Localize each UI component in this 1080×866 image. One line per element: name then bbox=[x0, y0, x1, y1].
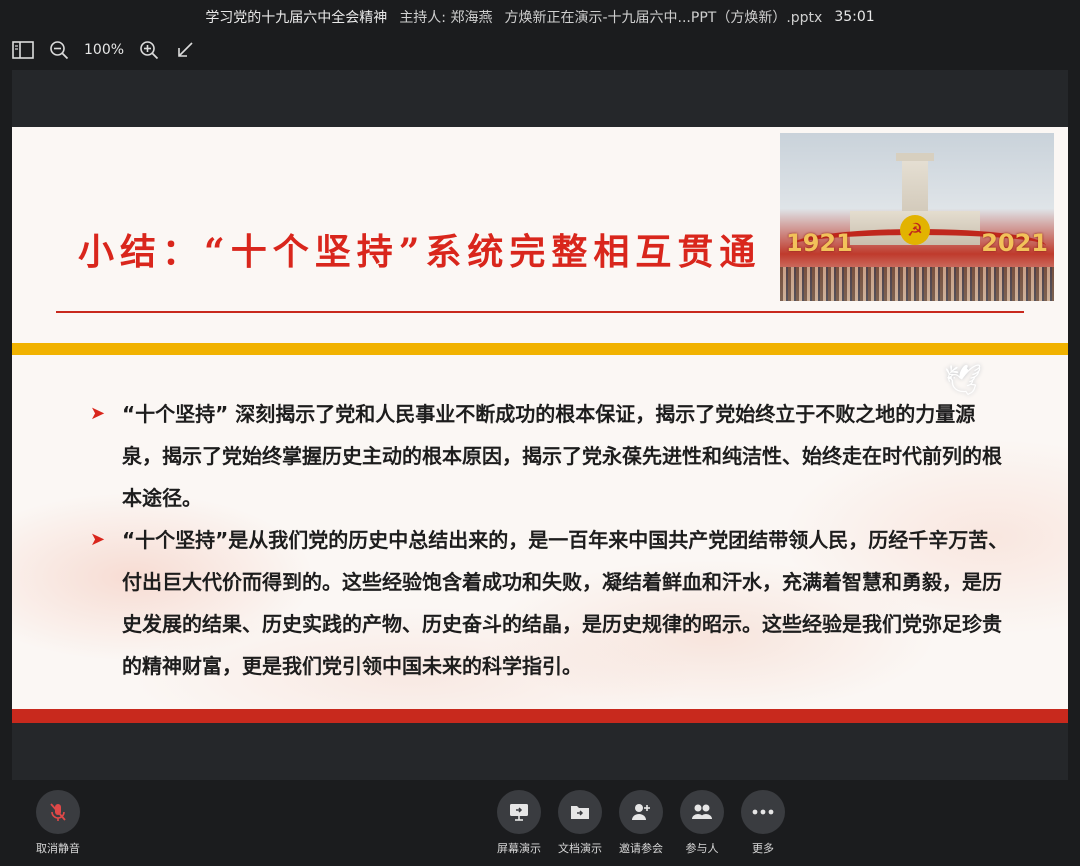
title-rule bbox=[56, 311, 1024, 313]
screen-share-label: 屏幕演示 bbox=[497, 842, 541, 855]
gold-band bbox=[12, 343, 1068, 355]
doc-share-label: 文档演示 bbox=[558, 842, 602, 855]
participants-icon bbox=[692, 804, 712, 819]
slide-photo: ☭ 1921 2021 bbox=[780, 133, 1054, 301]
bullet-arrow-icon: ➤ bbox=[90, 529, 106, 550]
screen-share-icon bbox=[510, 804, 528, 821]
unmute-button[interactable] bbox=[36, 790, 80, 834]
doc-share-button[interactable] bbox=[558, 790, 602, 834]
zoom-in-icon[interactable] bbox=[138, 39, 160, 61]
photo-year-right: 2021 bbox=[981, 229, 1048, 257]
bullet-arrow-icon: ➤ bbox=[90, 403, 106, 424]
add-person-icon bbox=[632, 804, 650, 820]
folder-share-icon bbox=[571, 806, 589, 819]
more-label: 更多 bbox=[752, 842, 774, 855]
mic-muted-icon bbox=[50, 803, 66, 821]
more-button[interactable] bbox=[741, 790, 785, 834]
more-control: 更多 bbox=[728, 790, 798, 856]
screen-share-control: 屏幕演示 bbox=[484, 790, 554, 856]
shared-slide: 小结：“十个坚持”系统完整相互贯通 ☭ 1921 2021 🕊 ➤ “十个坚持”… bbox=[12, 127, 1068, 723]
bullet-item: ➤ “十个坚持”是从我们党的历史中总结出来的，是一百年来中国共产党团结带领人民，… bbox=[90, 519, 1010, 687]
meeting-title: 学习党的十九届六中全会精神 bbox=[205, 10, 388, 26]
participants-button[interactable] bbox=[680, 790, 724, 834]
invite-button[interactable] bbox=[619, 790, 663, 834]
more-dots-icon bbox=[752, 809, 774, 815]
meeting-timer: 35:01 bbox=[834, 9, 875, 25]
unmute-control: 取消静音 bbox=[23, 790, 93, 856]
bullet-text: “十个坚持”是从我们党的历史中总结出来的，是一百年来中国共产党团结带领人民，历经… bbox=[122, 528, 1009, 678]
host-label: 主持人: 郑海燕 bbox=[399, 10, 493, 26]
doc-share-control: 文档演示 bbox=[545, 790, 615, 856]
meeting-controls: 取消静音 屏幕演示 文档演示 邀请参会 参与人 更多 bbox=[0, 782, 1080, 866]
view-toolbar: 100% bbox=[12, 36, 196, 64]
party-emblem-icon: ☭ bbox=[900, 215, 930, 245]
presentation-stage: 小结：“十个坚持”系统完整相互贯通 ☭ 1921 2021 🕊 ➤ “十个坚持”… bbox=[12, 70, 1068, 780]
participants-control: 参与人 bbox=[667, 790, 737, 856]
screen-share-button[interactable] bbox=[497, 790, 541, 834]
slide-title: 小结：“十个坚持”系统完整相互贯通 bbox=[78, 231, 762, 273]
invite-label: 邀请参会 bbox=[619, 842, 663, 855]
presenting-label: 方焕新正在演示-十九届六中...PPT（方焕新）.pptx bbox=[504, 10, 823, 26]
window-title-bar: 学习党的十九届六中全会精神 主持人: 郑海燕 方焕新正在演示-十九届六中...P… bbox=[0, 0, 1080, 34]
sidebar-toggle-icon[interactable] bbox=[12, 39, 34, 61]
invite-control: 邀请参会 bbox=[606, 790, 676, 856]
bullet-list: ➤ “十个坚持” 深刻揭示了党和人民事业不断成功的根本保证，揭示了党始终立于不败… bbox=[90, 393, 1010, 687]
photo-year-left: 1921 bbox=[786, 229, 853, 257]
red-band bbox=[12, 709, 1068, 723]
bullet-item: ➤ “十个坚持” 深刻揭示了党和人民事业不断成功的根本保证，揭示了党始终立于不败… bbox=[90, 393, 1010, 519]
unmute-label: 取消静音 bbox=[36, 842, 80, 855]
crowd-shape bbox=[780, 267, 1054, 301]
bullet-text: “十个坚持” 深刻揭示了党和人民事业不断成功的根本保证，揭示了党始终立于不败之地… bbox=[122, 402, 1002, 510]
zoom-level: 100% bbox=[84, 42, 125, 58]
participants-label: 参与人 bbox=[685, 842, 719, 855]
zoom-out-icon[interactable] bbox=[48, 39, 70, 61]
exit-fullscreen-icon[interactable] bbox=[174, 39, 196, 61]
